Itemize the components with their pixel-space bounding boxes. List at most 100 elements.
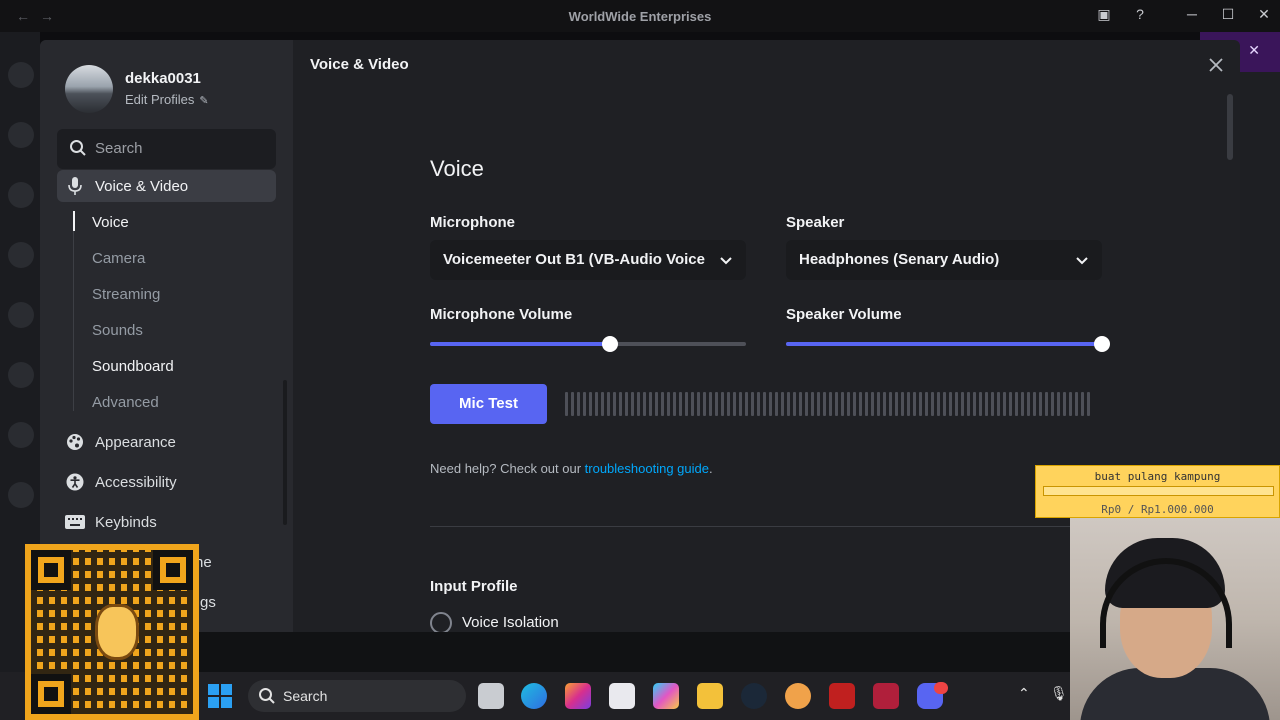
taskbar-search[interactable]: Search <box>248 680 466 712</box>
sidebar-subitem-streaming[interactable]: Streaming <box>92 286 160 303</box>
palette-icon <box>65 432 85 452</box>
meter-bar <box>751 392 754 416</box>
microphone-tray-icon[interactable]: 🎙 <box>1050 685 1068 702</box>
meter-bar <box>943 392 946 416</box>
notification-badge <box>934 682 948 694</box>
mic-volume-slider[interactable] <box>430 336 746 352</box>
voice-isolation-radio[interactable] <box>430 612 452 632</box>
meter-bar <box>985 392 988 416</box>
sidebar-subitem-advanced[interactable]: Advanced <box>92 394 159 411</box>
microphone-label: Microphone <box>430 214 515 231</box>
inbox-icon[interactable]: ▣ <box>1094 6 1114 23</box>
speaker-volume-knob[interactable] <box>1094 336 1110 352</box>
meter-bar <box>1057 392 1060 416</box>
meter-bar <box>1033 392 1036 416</box>
close-icon[interactable] <box>1206 55 1226 75</box>
meter-bar <box>979 392 982 416</box>
sidebar-item-label: Appearance <box>95 433 176 451</box>
sidebar-item-label: Keybinds <box>95 513 157 531</box>
meter-bar <box>883 392 886 416</box>
meter-bar <box>1063 392 1066 416</box>
sidebar-item-appearance[interactable]: Appearance <box>57 426 176 458</box>
speaker-volume-slider[interactable] <box>786 336 1110 352</box>
meter-bar <box>847 392 850 416</box>
meter-bar <box>601 392 604 416</box>
microsoft-store-icon[interactable] <box>609 683 635 709</box>
minimize-icon[interactable]: ─ <box>1182 6 1202 22</box>
meter-bar <box>775 392 778 416</box>
meter-bar <box>835 392 838 416</box>
avatar[interactable] <box>65 65 113 113</box>
voice-isolation-label[interactable]: Voice Isolation <box>462 614 559 631</box>
steam-icon[interactable] <box>741 683 767 709</box>
meter-bar <box>607 392 610 416</box>
window-titlebar: ← → WorldWide Enterprises ▣ ? ─ ☐ ✕ <box>0 0 1280 32</box>
folder-icon[interactable] <box>697 683 723 709</box>
meter-bar <box>715 392 718 416</box>
meter-bar <box>643 392 646 416</box>
adobe-icon[interactable] <box>873 683 899 709</box>
mic-volume-fill <box>430 342 611 346</box>
taskbar-search-label: Search <box>283 688 328 704</box>
meter-bar <box>901 392 904 416</box>
mic-level-meter <box>565 392 1099 416</box>
speaker-select[interactable]: Headphones (Senary Audio) <box>786 240 1102 280</box>
sidebar-subitem-sounds[interactable]: Sounds <box>92 322 143 339</box>
meter-bar <box>589 392 592 416</box>
meter-bar <box>787 392 790 416</box>
voicemeeter-icon[interactable] <box>829 683 855 709</box>
edit-profiles-label: Edit Profiles <box>125 92 195 107</box>
sidebar-subitem-voice[interactable]: Voice <box>92 214 129 231</box>
content-scrollbar[interactable] <box>1227 94 1233 160</box>
meter-bar <box>1081 392 1084 416</box>
help-icon[interactable]: ? <box>1130 6 1150 22</box>
edge-browser-icon[interactable] <box>521 683 547 709</box>
mic-volume-knob[interactable] <box>602 336 619 352</box>
copilot-icon[interactable] <box>653 683 679 709</box>
meter-bar <box>997 392 1000 416</box>
search-icon <box>259 688 275 704</box>
chevron-down-icon <box>1076 257 1088 265</box>
meter-bar <box>991 392 994 416</box>
window-close-icon[interactable]: ✕ <box>1254 6 1274 23</box>
meter-bar <box>709 392 712 416</box>
notice-close-icon[interactable]: ✕ <box>1248 42 1260 59</box>
sidebar-subitem-camera[interactable]: Camera <box>92 250 145 267</box>
meter-bar <box>799 392 802 416</box>
meter-bar <box>853 392 856 416</box>
microphone-select[interactable]: Voicemeeter Out B1 (VB-Audio Voicem <box>430 240 746 280</box>
sidebar-scrollbar[interactable] <box>283 380 287 525</box>
donation-goal-title: buat pulang kampung <box>1094 470 1221 483</box>
edit-profiles-link[interactable]: Edit Profiles ✎ <box>125 92 209 107</box>
meter-bar <box>1045 392 1048 416</box>
app-icon[interactable] <box>785 683 811 709</box>
sidebar-subitem-soundboard[interactable]: Soundboard <box>92 358 174 375</box>
meter-bar <box>841 392 844 416</box>
meter-bar <box>697 392 700 416</box>
meter-bar <box>1027 392 1030 416</box>
sidebar-item-keybinds[interactable]: Keybinds <box>57 506 157 538</box>
meter-bar <box>925 392 928 416</box>
maximize-icon[interactable]: ☐ <box>1218 6 1238 23</box>
meter-bar <box>823 392 826 416</box>
settings-modal: dekka0031 Edit Profiles ✎ Search Voice & … <box>40 40 1240 632</box>
sidebar-item-accessibility[interactable]: Accessibility <box>57 466 177 498</box>
instagram-icon[interactable] <box>565 683 591 709</box>
meter-bar <box>919 392 922 416</box>
sidebar-item-voice-video[interactable]: Voice & Video <box>57 170 276 202</box>
sidebar-item-partial-2[interactable]: gs <box>200 594 216 611</box>
mascot-icon <box>95 604 139 660</box>
meter-bar <box>667 392 670 416</box>
meter-bar <box>967 392 970 416</box>
file-explorer-icon[interactable] <box>478 683 504 709</box>
windows-start-icon[interactable] <box>208 684 232 708</box>
settings-search[interactable]: Search <box>57 129 276 169</box>
meter-bar <box>1069 392 1072 416</box>
meter-bar <box>895 392 898 416</box>
show-hidden-icons-chevron-up-icon[interactable]: ⌃ <box>1018 685 1030 702</box>
meter-bar <box>637 392 640 416</box>
meter-bar <box>871 392 874 416</box>
mic-test-button[interactable]: Mic Test <box>430 384 547 424</box>
meter-bar <box>949 392 952 416</box>
troubleshooting-guide-link[interactable]: troubleshooting guide <box>585 461 709 476</box>
